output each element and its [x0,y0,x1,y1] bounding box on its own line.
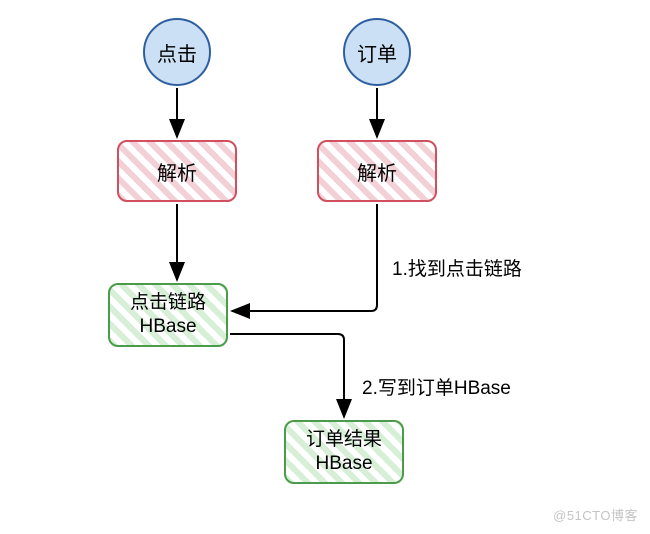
order-result-hbase-node: 订单结果 HBase [284,420,404,484]
parse-order-label: 解析 [357,157,397,186]
edge-label-find-click-chain: 1.找到点击链路 [392,254,522,281]
start-click-node: 点击 [143,18,211,86]
parse-click-node: 解析 [117,140,237,202]
start-order-node: 订单 [343,18,411,86]
parse-click-label: 解析 [157,157,197,186]
order-result-hbase-line1: 订单结果 [306,428,382,452]
click-chain-hbase-line1: 点击链路 [130,291,206,315]
click-chain-hbase-line2: HBase [139,315,196,339]
edge-click-db-to-order-db [230,334,344,417]
click-chain-hbase-node: 点击链路 HBase [108,283,228,347]
watermark-text: @51CTO博客 [553,505,638,524]
parse-order-node: 解析 [317,140,437,202]
edge-parse-order-to-click-db [232,204,377,311]
edge-label-write-order-hbase: 2.写到订单HBase [362,373,511,400]
start-click-label: 点击 [157,38,197,67]
order-result-hbase-line2: HBase [315,452,372,476]
start-order-label: 订单 [357,38,397,67]
